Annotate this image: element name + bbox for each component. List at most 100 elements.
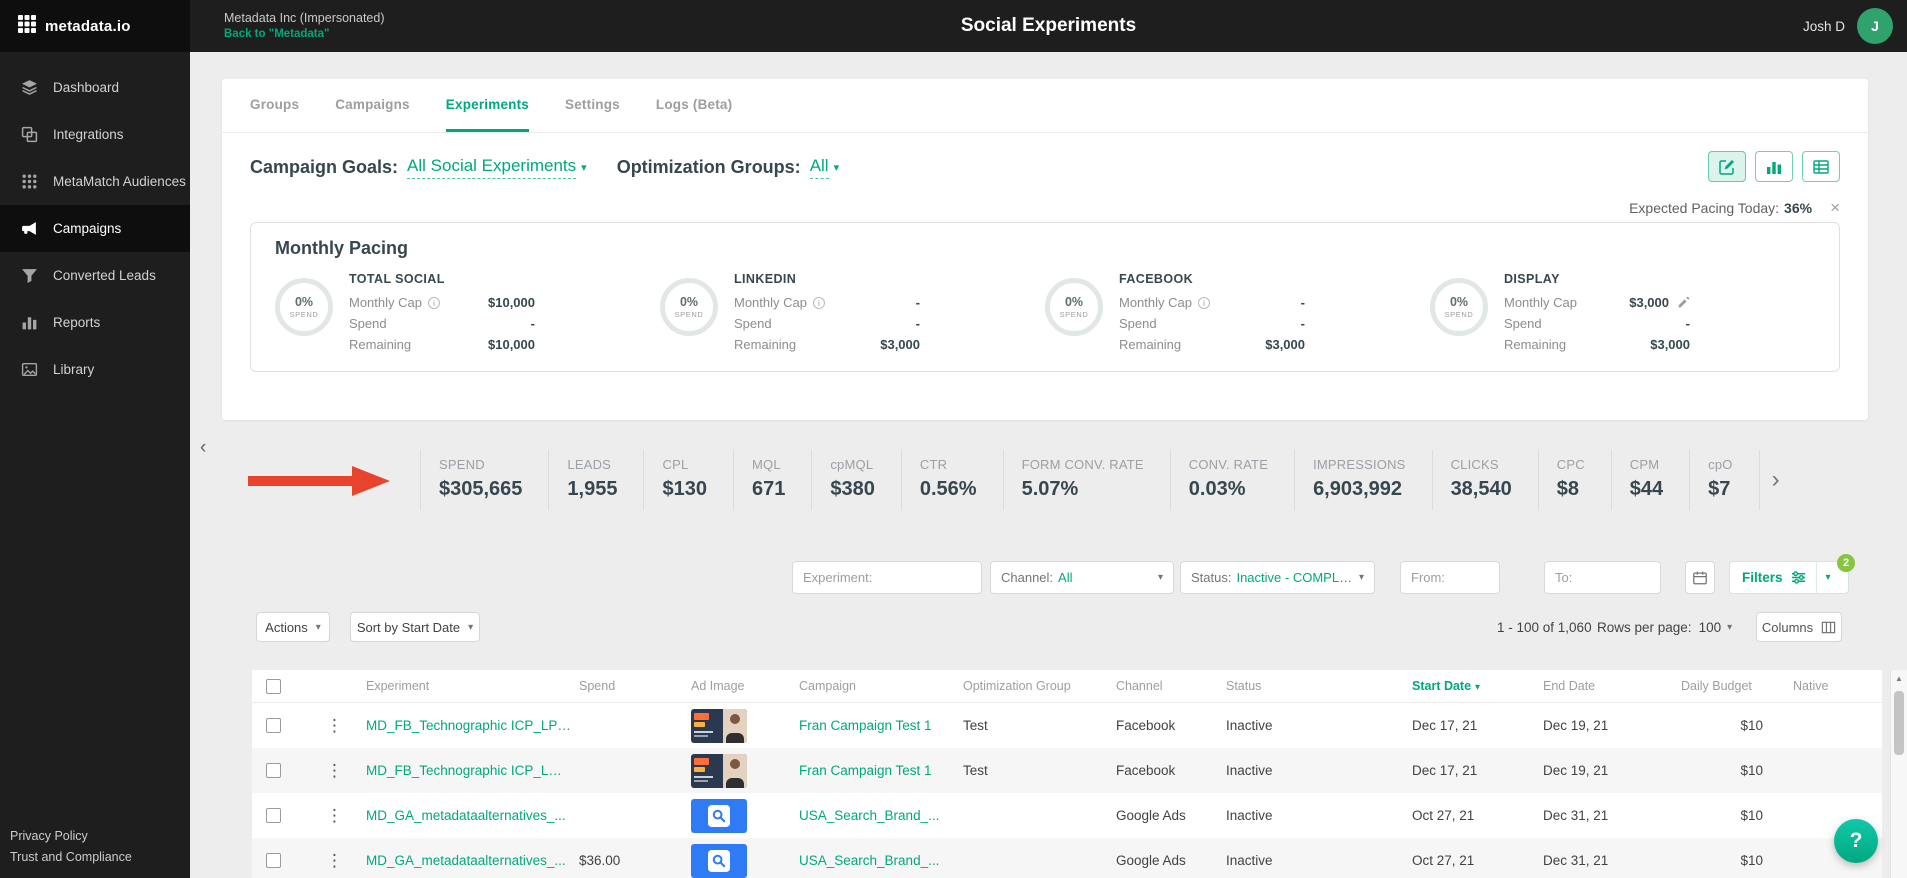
new-experiment-icon[interactable] bbox=[1708, 151, 1746, 182]
campaign-link[interactable]: USA_Search_Brand_... bbox=[799, 808, 955, 823]
sidebar-item-reports[interactable]: Reports bbox=[0, 299, 190, 346]
sort-button[interactable]: Sort by Start Date▾ bbox=[350, 612, 480, 642]
google-ads-thumb[interactable] bbox=[691, 844, 747, 878]
sidebar-item-campaigns[interactable]: Campaigns bbox=[0, 205, 190, 252]
sliders-icon bbox=[1791, 570, 1806, 585]
chart-view-icon[interactable] bbox=[1755, 151, 1793, 182]
pacing-sections: 0%SPENDTOTAL SOCIALMonthly Capi$10,000Sp… bbox=[275, 272, 1815, 358]
tab-logs-beta[interactable]: Logs (Beta) bbox=[656, 79, 732, 132]
google-ads-thumb[interactable] bbox=[691, 799, 747, 833]
info-icon[interactable]: i bbox=[428, 297, 440, 309]
scrollbar-thumb[interactable] bbox=[1894, 691, 1904, 755]
column-header-status[interactable]: Status bbox=[1226, 679, 1412, 693]
avatar[interactable]: J bbox=[1857, 8, 1893, 44]
tab-experiments[interactable]: Experiments bbox=[446, 79, 529, 132]
facebook-ad-thumb[interactable] bbox=[691, 754, 747, 788]
column-header-end-date[interactable]: End Date bbox=[1543, 679, 1681, 693]
sidebar-item-dashboard[interactable]: Dashboard bbox=[0, 64, 190, 111]
experiment-filter-input[interactable] bbox=[792, 561, 982, 594]
columns-button[interactable]: Columns bbox=[1756, 612, 1842, 642]
campaign-goals-dropdown[interactable]: All Social Experiments bbox=[407, 156, 576, 179]
stat-leads: LEADS1,955 bbox=[549, 450, 644, 510]
filters-button[interactable]: Filters ▾ 2 bbox=[1729, 561, 1849, 594]
close-icon[interactable]: × bbox=[1830, 199, 1840, 216]
column-header-ad-image[interactable]: Ad Image bbox=[691, 679, 799, 693]
experiment-link[interactable]: MD_FB_Technographic ICP_LG_... bbox=[366, 763, 571, 778]
channel-filter-select[interactable]: Channel: All ▾ bbox=[990, 561, 1174, 594]
experiment-link[interactable]: MD_GA_metadataalternatives_... bbox=[366, 808, 571, 823]
row-checkbox[interactable] bbox=[266, 808, 281, 823]
column-header-experiment[interactable]: Experiment bbox=[366, 679, 579, 693]
sidebar-item-metamatch-audiences[interactable]: MetaMatch Audiences bbox=[0, 158, 190, 205]
optimization-group-cell: Test bbox=[963, 763, 1116, 778]
experiment-link[interactable]: MD_GA_metadataalternatives_... bbox=[366, 853, 571, 868]
sidebar-item-integrations[interactable]: Integrations bbox=[0, 111, 190, 158]
scroll-up-icon[interactable]: ▲ bbox=[1891, 670, 1907, 687]
chevron-down-icon[interactable]: ▾ bbox=[1817, 572, 1840, 583]
info-icon[interactable]: i bbox=[1198, 297, 1210, 309]
privacy-policy-link[interactable]: Privacy Policy bbox=[10, 827, 132, 845]
chevron-down-icon[interactable]: ▾ bbox=[834, 161, 840, 174]
row-menu-icon[interactable]: ⋮ bbox=[320, 761, 349, 780]
calendar-button[interactable] bbox=[1685, 561, 1715, 594]
daily-budget-cell: $10 bbox=[1681, 718, 1793, 733]
filter-count-badge: 2 bbox=[1837, 554, 1855, 572]
column-header-native[interactable]: Native bbox=[1793, 679, 1882, 693]
campaign-link[interactable]: Fran Campaign Test 1 bbox=[799, 718, 955, 733]
campaign-link[interactable]: Fran Campaign Test 1 bbox=[799, 763, 955, 778]
column-header-channel[interactable]: Channel bbox=[1116, 679, 1226, 693]
experiments-table: ExperimentSpendAd ImageCampaignOptimizat… bbox=[252, 670, 1882, 878]
channel-cell: Google Ads bbox=[1116, 853, 1226, 868]
table-scrollbar[interactable]: ▲ bbox=[1890, 670, 1907, 878]
to-date-input[interactable] bbox=[1544, 561, 1661, 594]
tab-groups[interactable]: Groups bbox=[250, 79, 299, 132]
actions-button[interactable]: Actions▾ bbox=[256, 612, 330, 642]
rows-per-page-select[interactable]: 100 ▾ bbox=[1699, 620, 1733, 635]
table-row: ⋮ MD_GA_metadataalternatives_... USA_Searc… bbox=[252, 793, 1882, 838]
facebook-ad-thumb[interactable] bbox=[691, 709, 747, 743]
dashboard-icon bbox=[20, 79, 38, 97]
status-filter-select[interactable]: Status: Inactive - COMPLE... ▾ bbox=[1180, 561, 1375, 594]
table-view-icon[interactable] bbox=[1802, 151, 1840, 182]
campaign-link[interactable]: USA_Search_Brand_... bbox=[799, 853, 955, 868]
column-header-optimization-group[interactable]: Optimization Group bbox=[963, 679, 1116, 693]
edit-pencil-icon[interactable] bbox=[1677, 296, 1690, 309]
pacing-donut: 0%SPEND bbox=[1430, 278, 1488, 336]
pacing-metric-row: Monthly Capi- bbox=[734, 295, 920, 310]
help-button[interactable]: ? bbox=[1834, 819, 1878, 863]
sidebar-item-library[interactable]: Library bbox=[0, 346, 190, 393]
optimization-groups-dropdown[interactable]: All bbox=[810, 156, 829, 179]
stats-row: SPEND$305,665LEADS1,955CPL$130MQL671cpMQ… bbox=[420, 450, 1792, 510]
column-header-daily-budget[interactable]: Daily Budget bbox=[1681, 679, 1793, 693]
stats-next-icon[interactable]: › bbox=[1760, 450, 1792, 510]
status-cell: Inactive bbox=[1226, 763, 1412, 778]
expected-pacing-row: Expected Pacing Today: 36% × bbox=[250, 199, 1840, 216]
experiment-link[interactable]: MD_FB_Technographic ICP_LP_... bbox=[366, 718, 571, 733]
row-menu-icon[interactable]: ⋮ bbox=[320, 851, 349, 870]
chevron-down-icon[interactable]: ▾ bbox=[581, 161, 587, 174]
status-cell: Inactive bbox=[1226, 853, 1412, 868]
expected-pacing-label: Expected Pacing Today: bbox=[1629, 200, 1779, 216]
from-date-input[interactable] bbox=[1400, 561, 1500, 594]
column-header-spend[interactable]: Spend bbox=[579, 679, 691, 693]
back-to-metadata-link[interactable]: Back to "Metadata" bbox=[224, 27, 385, 42]
tab-campaigns[interactable]: Campaigns bbox=[335, 79, 410, 132]
logo[interactable]: metadata.io bbox=[0, 0, 190, 52]
row-checkbox[interactable] bbox=[266, 718, 281, 733]
select-all-checkbox[interactable] bbox=[266, 679, 281, 694]
row-menu-icon[interactable]: ⋮ bbox=[320, 806, 349, 825]
sidebar-item-converted-leads[interactable]: Converted Leads bbox=[0, 252, 190, 299]
user-menu[interactable]: Josh D J bbox=[1803, 0, 1893, 52]
row-checkbox[interactable] bbox=[266, 763, 281, 778]
column-header-campaign[interactable]: Campaign bbox=[799, 679, 963, 693]
info-icon[interactable]: i bbox=[813, 297, 825, 309]
pacing-metric-row: Remaining$3,000 bbox=[1119, 337, 1305, 352]
trust-compliance-link[interactable]: Trust and Compliance bbox=[10, 848, 132, 866]
row-checkbox[interactable] bbox=[266, 853, 281, 868]
row-menu-icon[interactable]: ⋮ bbox=[320, 716, 349, 735]
sidebar-collapse-icon[interactable]: ‹ bbox=[194, 435, 212, 461]
tab-settings[interactable]: Settings bbox=[565, 79, 620, 132]
start-date-cell: Dec 17, 21 bbox=[1412, 718, 1543, 733]
column-header-start-date[interactable]: Start Date▾ bbox=[1412, 679, 1543, 693]
pacing-section-facebook: 0%SPENDFACEBOOKMonthly Capi-Spend-Remain… bbox=[1045, 272, 1430, 358]
